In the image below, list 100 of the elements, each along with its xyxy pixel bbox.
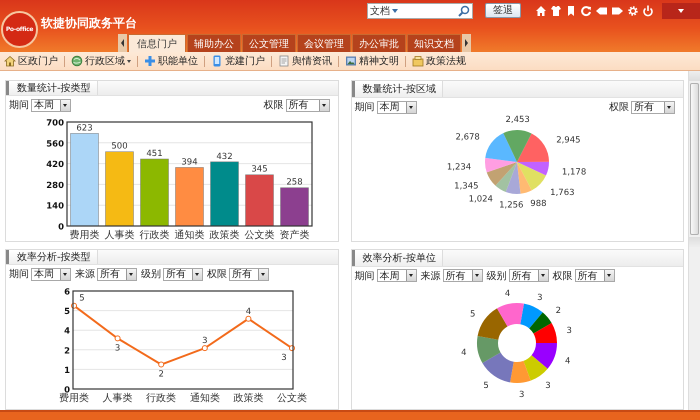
data-label: 5: [484, 380, 489, 390]
axis-category-label: 通知类: [174, 230, 204, 240]
data-point: [158, 362, 164, 368]
axis-category-label: 通知类: [190, 393, 220, 404]
caret-icon: [678, 9, 684, 13]
data-label: 4: [245, 306, 251, 317]
dropdown-field[interactable]: 所有: [286, 98, 330, 112]
search-icon[interactable]: [458, 5, 470, 17]
data-label: 2,945: [556, 136, 581, 146]
data-point: [288, 345, 295, 352]
bar-value-label: 500: [111, 142, 128, 152]
data-label: 1,763: [550, 188, 575, 198]
data-point: [70, 302, 77, 309]
data-label: 1,256: [499, 200, 524, 211]
bar-value-label: 623: [76, 123, 92, 134]
panel-title: 数量统计-按区域: [352, 81, 444, 97]
house-icon: [4, 55, 16, 67]
data-point: [245, 316, 252, 322]
data-label: 4: [565, 356, 571, 366]
box-icon: [412, 55, 424, 67]
home-icon[interactable]: [535, 5, 547, 17]
bar-value-label: 451: [146, 149, 162, 159]
toolbar-link[interactable]: 区政门户: [4, 54, 58, 68]
axis-tick-label: 6: [64, 288, 70, 298]
forward-arrow-icon[interactable]: [611, 5, 624, 17]
dropdown-field[interactable]: 所有: [163, 268, 203, 280]
filter-label: 权限: [264, 98, 284, 112]
axis-tick-label: 420: [46, 160, 64, 170]
axis-tick-label: 700: [46, 118, 64, 128]
data-label: 988: [530, 199, 547, 210]
axis-tick-label: 1: [64, 366, 70, 376]
axis-tick-label: 2: [64, 346, 70, 356]
filter-label: 权限: [552, 270, 572, 282]
tab-scroll-left[interactable]: [118, 34, 127, 52]
data-label: 3: [114, 343, 120, 354]
scrollbar-thumb[interactable]: [690, 83, 699, 235]
tab[interactable]: 知识文档: [407, 34, 461, 52]
axis-category-label: 公文类: [244, 230, 274, 240]
axis-category-label: 行政类: [146, 393, 176, 404]
axis-category-label: 费用类: [69, 230, 100, 240]
data-label: 3: [202, 336, 208, 346]
tab[interactable]: 信息门户: [128, 34, 186, 52]
tab[interactable]: 辅助办公: [187, 34, 241, 52]
dropdown-field[interactable]: 所有: [508, 269, 548, 282]
shirt-icon[interactable]: [550, 5, 562, 17]
dropdown-field[interactable]: 本周: [31, 98, 71, 112]
dropdown-field[interactable]: 所有: [97, 268, 137, 280]
axis-category-label: 资产类: [279, 230, 310, 240]
bookmark-icon[interactable]: [565, 5, 577, 17]
bar-value-label: 345: [251, 164, 268, 175]
panel-title: 数量统计-按类型: [6, 81, 98, 95]
filter-label: 级别: [141, 268, 161, 281]
data-label: 4: [461, 347, 467, 358]
toolbar-link[interactable]: 精神文明: [345, 54, 399, 68]
scrollbar[interactable]: [688, 71, 700, 410]
data-label: 5: [79, 294, 84, 304]
filter-label: 权限: [207, 268, 227, 281]
axis-category-label: 人事类: [102, 393, 132, 404]
bar-value-label: 394: [181, 157, 198, 168]
dropdown-field[interactable]: 本周: [31, 268, 71, 280]
power-icon[interactable]: [642, 5, 654, 17]
toolbar-link[interactable]: 舆情资讯: [278, 54, 332, 68]
bar-value-label: 258: [286, 178, 302, 188]
data-label: 2,678: [456, 132, 480, 143]
dropdown-field[interactable]: 所有: [442, 269, 482, 282]
picture-icon: [345, 55, 357, 67]
caret-icon: [392, 9, 398, 13]
globe-icon: [71, 55, 83, 67]
settings-icon[interactable]: [627, 5, 639, 17]
refresh-icon[interactable]: [580, 5, 592, 17]
data-label: 2,453: [506, 115, 530, 125]
axis-tick-label: 5: [64, 307, 70, 318]
toolbar-link[interactable]: 职能单位: [144, 54, 198, 68]
data-point: [202, 345, 208, 352]
phone-icon: [211, 55, 223, 67]
dropdown-field[interactable]: 所有: [631, 100, 675, 114]
tab[interactable]: 办公审批: [352, 34, 406, 52]
tab[interactable]: 公文管理: [242, 34, 296, 52]
toolbar-link[interactable]: 政策法规: [412, 54, 466, 68]
filter-label: 来源: [75, 268, 95, 281]
filter-label: 级别: [486, 270, 506, 282]
toolbar-link[interactable]: 行政区域: [71, 54, 131, 68]
data-label: 1,024: [468, 194, 494, 205]
dropdown-field[interactable]: 本周: [376, 269, 416, 282]
data-label: 3: [519, 389, 525, 400]
dropdown-field[interactable]: 所有: [229, 268, 269, 280]
filter-label: 期间: [9, 98, 29, 112]
back-arrow-icon[interactable]: [595, 5, 608, 17]
toolbar-link[interactable]: 党建门户: [211, 54, 265, 68]
logout-button[interactable]: 签退: [485, 3, 521, 18]
search-field[interactable]: 文档: [367, 3, 473, 19]
dropdown-field[interactable]: 所有: [574, 269, 614, 282]
dropdown-field[interactable]: 本周: [376, 100, 416, 114]
tab-scroll-right[interactable]: [462, 34, 471, 52]
data-label: 3: [566, 325, 572, 336]
data-label: 1,345: [454, 182, 479, 192]
data-label: 5: [470, 309, 476, 320]
data-label: 2: [556, 306, 562, 316]
axis-tick-label: 4: [64, 326, 70, 337]
tab[interactable]: 会议管理: [297, 34, 351, 52]
